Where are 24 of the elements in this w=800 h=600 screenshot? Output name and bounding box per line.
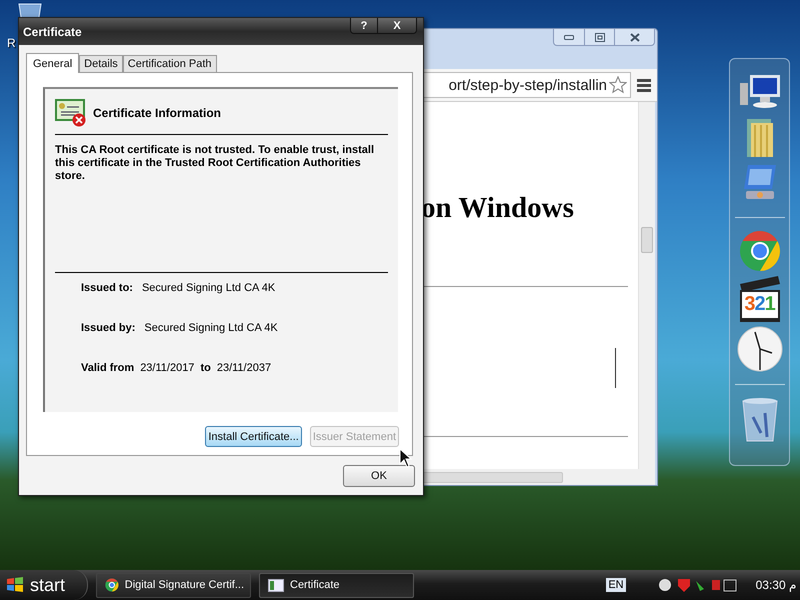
field-value: Secured Signing Ltd CA 4K (144, 322, 278, 334)
tab[interactable]: Certification Path (122, 55, 217, 72)
field-value: 23/11/2037 (216, 362, 272, 374)
field-label: Issued by: (81, 322, 136, 334)
tab[interactable]: General (26, 53, 80, 73)
window-title: Certificate (23, 25, 82, 39)
trust-message: This CA Root certificate is not trusted. To enable trust, install this certificate in the Trusted Root Certification Authorities store. (55, 144, 376, 183)
help-button[interactable]: ? (351, 18, 378, 33)
start-button[interactable]: start (0, 570, 88, 600)
field-label: to (200, 362, 211, 374)
field-value: Secured Signing Ltd CA 4K (142, 282, 276, 294)
desktop-icon-label: R (7, 36, 16, 50)
field-value: 23/11/2017 (140, 362, 194, 374)
field-label: Valid from (81, 362, 134, 374)
close-button[interactable]: X (378, 18, 416, 33)
ok-button[interactable]: OK (343, 465, 415, 487)
clock: 03:30 م (756, 578, 796, 592)
taskbar-button[interactable]: Certificate (259, 572, 414, 598)
field-label: Issued to: (81, 282, 133, 294)
dialog-button[interactable]: Install Certificate... (205, 426, 302, 447)
info-title: Certificate Information (93, 106, 222, 120)
language-indicator[interactable]: EN (606, 578, 626, 592)
tab[interactable]: Details (79, 55, 123, 72)
taskbar-button[interactable]: Digital Signature Certif... (96, 572, 251, 598)
